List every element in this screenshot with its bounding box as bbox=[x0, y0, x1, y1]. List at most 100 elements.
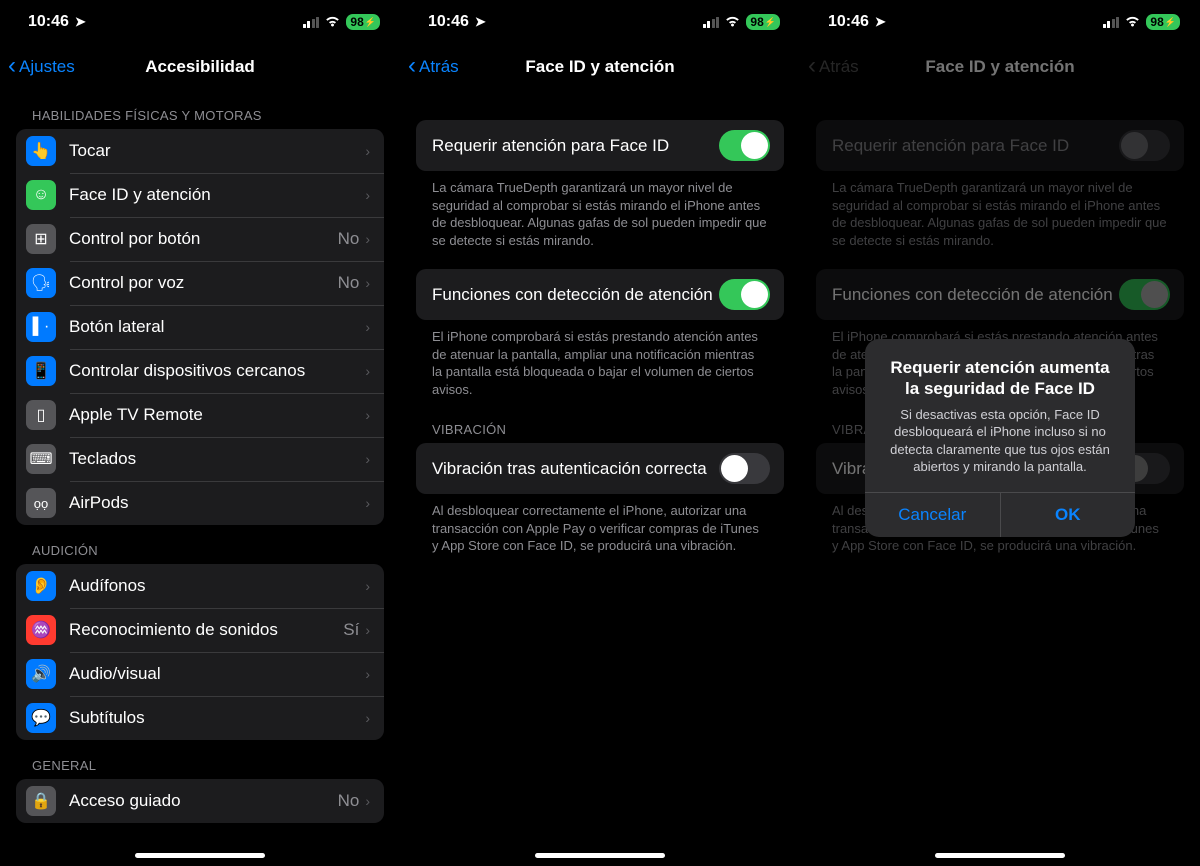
ear-icon: 👂 bbox=[26, 571, 56, 601]
row-audiovisual[interactable]: 🔊 Audio/visual › bbox=[16, 652, 384, 696]
battery-badge: 98⚡ bbox=[1146, 14, 1180, 30]
battery-badge: 98⚡ bbox=[746, 14, 780, 30]
switch-icon[interactable] bbox=[719, 130, 770, 161]
location-icon: ➤ bbox=[475, 14, 486, 30]
row-sound-recognition[interactable]: ♒ Reconocimiento de sonidos Sí › bbox=[16, 608, 384, 652]
chevron-left-icon: ‹ bbox=[808, 54, 816, 78]
group-require-attention: Requerir atención para Face ID bbox=[816, 120, 1184, 171]
wifi-icon bbox=[724, 14, 741, 31]
cellular-icon bbox=[303, 17, 320, 28]
switch-icon bbox=[1119, 130, 1170, 161]
row-switchcontrol[interactable]: ⊞ Control por botón No › bbox=[16, 217, 384, 261]
status-time: 10:46 bbox=[828, 13, 869, 31]
accessibility-screen: 10:46 ➤ 98⚡ ‹ Ajustes Accesibilidad HABI… bbox=[0, 0, 400, 866]
cancel-button[interactable]: Cancelar bbox=[865, 493, 1000, 537]
switch-icon bbox=[1119, 279, 1170, 310]
group-require-attention: Requerir atención para Face ID bbox=[416, 120, 784, 171]
toggle-require-attention[interactable]: Requerir atención para Face ID bbox=[416, 120, 784, 171]
section-header-vibration: VIBRACIÓN bbox=[400, 404, 800, 443]
alert-title: Requerir atención aumenta la seguridad d… bbox=[881, 357, 1119, 400]
chevron-left-icon: ‹ bbox=[8, 54, 16, 78]
touch-icon: 👆 bbox=[26, 136, 56, 166]
status-time: 10:46 bbox=[428, 13, 469, 31]
wifi-icon bbox=[1124, 14, 1141, 31]
chevron-right-icon: › bbox=[365, 407, 370, 423]
section-header-hearing: AUDICIÓN bbox=[0, 525, 400, 564]
chevron-right-icon: › bbox=[365, 666, 370, 682]
page-title: Face ID y atención bbox=[925, 57, 1074, 77]
group-attention-features: Funciones con detección de atención bbox=[416, 269, 784, 320]
status-bar: 10:46 ➤ 98⚡ bbox=[0, 0, 400, 44]
row-keyboards[interactable]: ⌨ Teclados › bbox=[16, 437, 384, 481]
group-attention-features: Funciones con detección de atención bbox=[816, 269, 1184, 320]
alert-message: Si desactivas esta opción, Face ID desbl… bbox=[881, 406, 1119, 476]
chevron-left-icon: ‹ bbox=[408, 54, 416, 78]
ok-button[interactable]: OK bbox=[1000, 493, 1136, 537]
row-voicecontrol[interactable]: 🗣 Control por voz No › bbox=[16, 261, 384, 305]
sidebutton-icon: ▌· bbox=[26, 312, 56, 342]
row-tocar[interactable]: 👆 Tocar › bbox=[16, 129, 384, 173]
status-bar: 10:46 ➤ 98⚡ bbox=[400, 0, 800, 44]
toggle-attention-features[interactable]: Funciones con detección de atención bbox=[416, 269, 784, 320]
row-nearby[interactable]: 📱 Controlar dispositivos cercanos › bbox=[16, 349, 384, 393]
location-icon: ➤ bbox=[75, 14, 86, 30]
toggle-require-attention: Requerir atención para Face ID bbox=[816, 120, 1184, 171]
footer-haptic: Al desbloquear correctamente el iPhone, … bbox=[400, 494, 800, 561]
cellular-icon bbox=[1103, 17, 1120, 28]
back-button: ‹ Atrás bbox=[808, 56, 859, 78]
home-indicator[interactable] bbox=[935, 853, 1065, 858]
row-hearing-devices[interactable]: 👂 Audífonos › bbox=[16, 564, 384, 608]
lock-icon: 🔒 bbox=[26, 786, 56, 816]
chevron-right-icon: › bbox=[365, 451, 370, 467]
group-hearing: 👂 Audífonos › ♒ Reconocimiento de sonido… bbox=[16, 564, 384, 740]
group-vibration: Vibración tras autenticación correcta bbox=[416, 443, 784, 494]
toggle-haptic[interactable]: Vibración tras autenticación correcta bbox=[416, 443, 784, 494]
section-header-physical: HABILIDADES FÍSICAS Y MOTORAS bbox=[0, 90, 400, 129]
voicecontrol-icon: 🗣 bbox=[26, 268, 56, 298]
row-airpods[interactable]: ọọ AirPods › bbox=[16, 481, 384, 525]
back-button[interactable]: ‹ Ajustes bbox=[8, 56, 75, 78]
appletv-icon: ▯ bbox=[26, 400, 56, 430]
faceid-icon: ☺ bbox=[26, 180, 56, 210]
chevron-right-icon: › bbox=[365, 363, 370, 379]
chevron-right-icon: › bbox=[365, 578, 370, 594]
page-title: Face ID y atención bbox=[525, 57, 674, 77]
faceid-screen-alert: 10:46 ➤ 98⚡ ‹ Atrás Face ID y atención R… bbox=[800, 0, 1200, 866]
battery-badge: 98⚡ bbox=[346, 14, 380, 30]
footer-attention-features: El iPhone comprobará si estás prestando … bbox=[400, 320, 800, 404]
home-indicator[interactable] bbox=[535, 853, 665, 858]
row-faceid[interactable]: ☺ Face ID y atención › bbox=[16, 173, 384, 217]
home-indicator[interactable] bbox=[135, 853, 265, 858]
switch-icon[interactable] bbox=[719, 279, 770, 310]
chevron-right-icon: › bbox=[365, 231, 370, 247]
footer-require-attention: La cámara TrueDepth garantizará un mayor… bbox=[400, 171, 800, 255]
group-general: 🔒 Acceso guiado No › bbox=[16, 779, 384, 823]
status-time: 10:46 bbox=[28, 13, 69, 31]
chevron-right-icon: › bbox=[365, 710, 370, 726]
section-header-general: GENERAL bbox=[0, 740, 400, 779]
subtitles-icon: 💬 bbox=[26, 703, 56, 733]
toggle-attention-features: Funciones con detección de atención bbox=[816, 269, 1184, 320]
page-title: Accesibilidad bbox=[145, 57, 255, 77]
chevron-right-icon: › bbox=[365, 793, 370, 809]
chevron-right-icon: › bbox=[365, 143, 370, 159]
switch-icon[interactable] bbox=[719, 453, 770, 484]
chevron-right-icon: › bbox=[365, 622, 370, 638]
footer-require-attention: La cámara TrueDepth garantizará un mayor… bbox=[800, 171, 1200, 255]
switchcontrol-icon: ⊞ bbox=[26, 224, 56, 254]
row-subtitles[interactable]: 💬 Subtítulos › bbox=[16, 696, 384, 740]
chevron-right-icon: › bbox=[365, 319, 370, 335]
row-appletv[interactable]: ▯ Apple TV Remote › bbox=[16, 393, 384, 437]
keyboard-icon: ⌨ bbox=[26, 444, 56, 474]
row-sidebutton[interactable]: ▌· Botón lateral › bbox=[16, 305, 384, 349]
sound-icon: ♒ bbox=[26, 615, 56, 645]
nav-bar: ‹ Ajustes Accesibilidad bbox=[0, 44, 400, 90]
cellular-icon bbox=[703, 17, 720, 28]
chevron-right-icon: › bbox=[365, 275, 370, 291]
back-button[interactable]: ‹ Atrás bbox=[408, 56, 459, 78]
location-icon: ➤ bbox=[875, 14, 886, 30]
chevron-right-icon: › bbox=[365, 187, 370, 203]
row-guided-access[interactable]: 🔒 Acceso guiado No › bbox=[16, 779, 384, 823]
status-bar: 10:46 ➤ 98⚡ bbox=[800, 0, 1200, 44]
nav-bar: ‹ Atrás Face ID y atención bbox=[800, 44, 1200, 90]
